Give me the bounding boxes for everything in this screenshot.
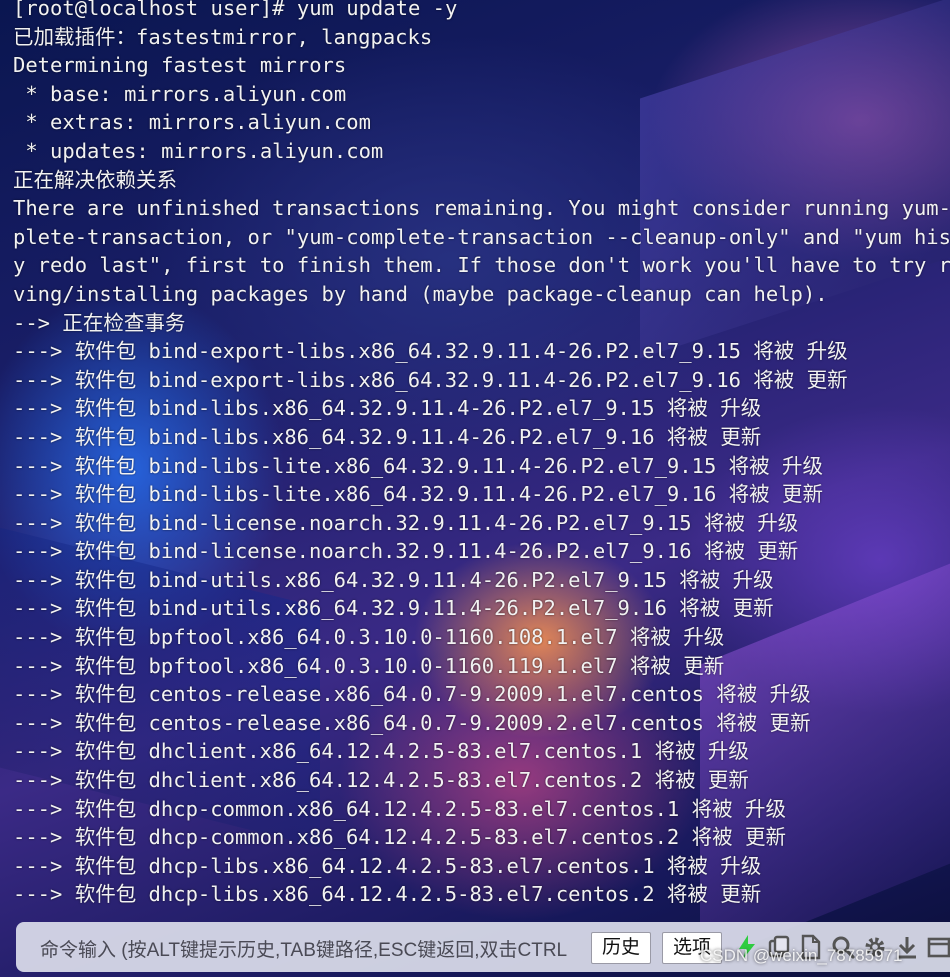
terminal-line: ---> 软件包 centos-release.x86_64.0.7-9.200…: [13, 710, 811, 735]
terminal-line: ---> 软件包 bind-utils.x86_64.32.9.11.4-26.…: [13, 596, 774, 621]
terminal-line: plete-transaction, or "yum-complete-tran…: [13, 224, 950, 249]
terminal-line: ---> 软件包 bpftool.x86_64.0.3.10.0-1160.11…: [13, 653, 725, 678]
terminal-line: ---> 软件包 centos-release.x86_64.0.7-9.200…: [13, 682, 811, 707]
terminal-line: ---> 软件包 bind-utils.x86_64.32.9.11.4-26.…: [13, 567, 774, 592]
terminal-line: ---> 软件包 bind-libs.x86_64.32.9.11.4-26.P…: [13, 396, 762, 421]
terminal-line: ving/installing packages by hand (maybe …: [13, 281, 828, 306]
watermark: CSDN @weixin_78785971: [700, 946, 903, 965]
terminal-line: ---> 软件包 dhcp-libs.x86_64.12.4.2.5-83.el…: [13, 853, 762, 878]
terminal-line: Determining fastest mirrors: [13, 53, 347, 78]
terminal-line: * extras: mirrors.aliyun.com: [13, 110, 371, 135]
terminal-window[interactable]: [root@localhost user]# yum update -y 已加载插…: [0, 0, 950, 977]
terminal-output[interactable]: [root@localhost user]# yum update -y 已加载插…: [13, 0, 950, 909]
terminal-line: ---> 软件包 bind-license.noarch.32.9.11.4-2…: [13, 539, 799, 564]
window-icon[interactable]: [926, 934, 950, 960]
terminal-line: ---> 软件包 bind-export-libs.x86_64.32.9.11…: [13, 339, 848, 364]
terminal-line: ---> 软件包 dhclient.x86_64.12.4.2.5-83.el7…: [13, 768, 749, 793]
terminal-line: [root@localhost user]# yum update -y: [13, 0, 458, 20]
terminal-line: ---> 软件包 dhcp-common.x86_64.12.4.2.5-83.…: [13, 825, 786, 850]
terminal-line: There are unfinished transactions remain…: [13, 196, 950, 221]
terminal-line: ---> 软件包 bpftool.x86_64.0.3.10.0-1160.10…: [13, 625, 725, 650]
terminal-line: ---> 软件包 bind-libs-lite.x86_64.32.9.11.4…: [13, 482, 823, 507]
terminal-line: ---> 软件包 dhcp-libs.x86_64.12.4.2.5-83.el…: [13, 882, 762, 907]
terminal-line: ---> 软件包 bind-license.noarch.32.9.11.4-2…: [13, 510, 799, 535]
terminal-line: y redo last", first to finish them. If t…: [13, 253, 950, 278]
terminal-line: ---> 软件包 dhcp-common.x86_64.12.4.2.5-83.…: [13, 796, 786, 821]
terminal-line: ---> 软件包 bind-libs-lite.x86_64.32.9.11.4…: [13, 453, 823, 478]
terminal-line: --> 正在检查事务: [13, 310, 186, 335]
command-input[interactable]: 命令输入 (按ALT键提示历史,TAB键路径,ESC键返回,双击CTRL: [40, 935, 567, 962]
terminal-line: 已加载插件：fastestmirror, langpacks: [13, 24, 433, 49]
terminal-line: * updates: mirrors.aliyun.com: [13, 138, 384, 163]
terminal-line: ---> 软件包 bind-export-libs.x86_64.32.9.11…: [13, 367, 848, 392]
terminal-line: 正在解决依赖关系: [13, 167, 177, 192]
terminal-line: * base: mirrors.aliyun.com: [13, 81, 347, 106]
history-button[interactable]: 历史: [591, 932, 652, 964]
terminal-line: ---> 软件包 bind-libs.x86_64.32.9.11.4-26.P…: [13, 424, 762, 449]
terminal-line: ---> 软件包 dhclient.x86_64.12.4.2.5-83.el7…: [13, 739, 749, 764]
